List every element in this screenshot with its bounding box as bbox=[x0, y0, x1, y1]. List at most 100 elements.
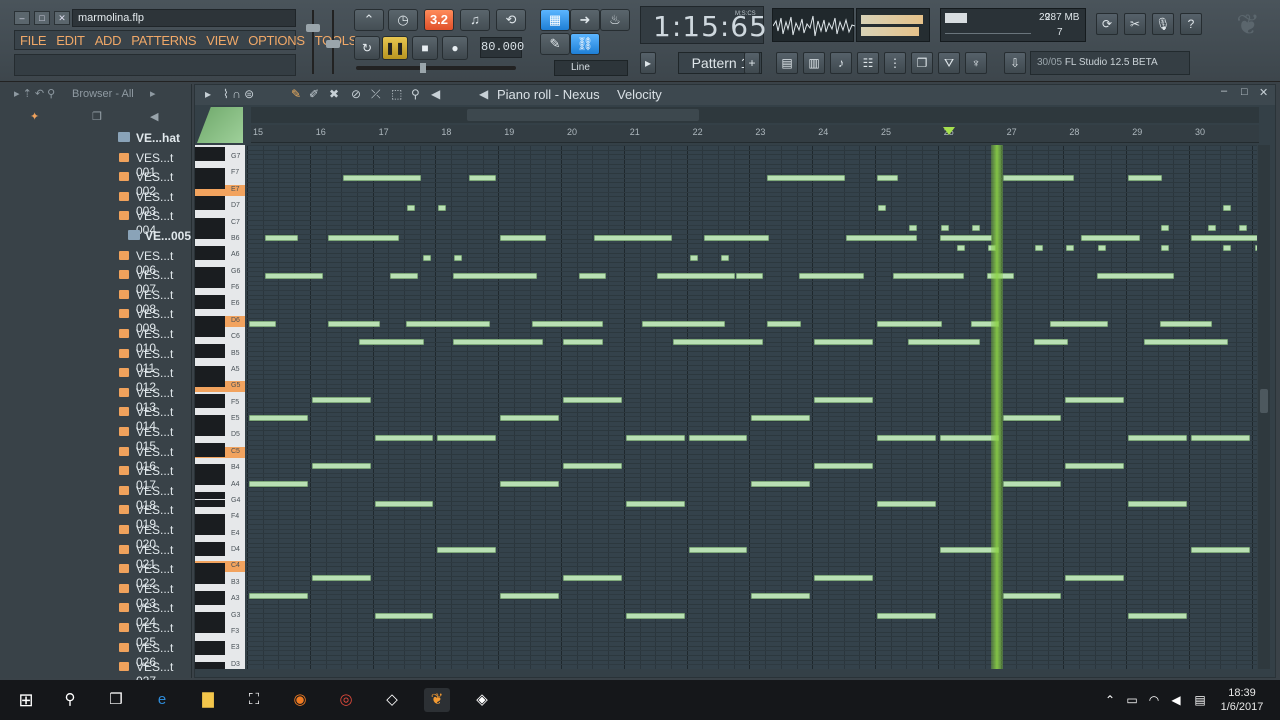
black-key[interactable] bbox=[195, 429, 225, 436]
note-block[interactable] bbox=[1002, 415, 1062, 421]
note-block[interactable] bbox=[908, 339, 980, 345]
note-block[interactable] bbox=[563, 463, 622, 469]
pr-maximize-icon[interactable]: □ bbox=[1241, 86, 1248, 98]
black-key[interactable] bbox=[195, 562, 225, 570]
note-block[interactable] bbox=[939, 235, 993, 241]
browser-item[interactable]: VES...t 019 bbox=[0, 500, 192, 531]
note-block[interactable] bbox=[500, 593, 559, 599]
note-block[interactable] bbox=[531, 321, 603, 327]
note-block[interactable] bbox=[877, 501, 936, 507]
black-key[interactable] bbox=[195, 619, 225, 627]
note-block[interactable] bbox=[327, 321, 381, 327]
note-block[interactable] bbox=[877, 175, 899, 181]
black-key[interactable] bbox=[195, 570, 225, 577]
black-key[interactable] bbox=[195, 499, 225, 507]
black-key[interactable] bbox=[195, 640, 225, 648]
note-block[interactable] bbox=[264, 273, 324, 279]
note-block[interactable] bbox=[814, 463, 873, 469]
black-key[interactable] bbox=[195, 323, 225, 331]
note-block[interactable] bbox=[814, 339, 873, 345]
channel-speaker-icon[interactable]: ◀ bbox=[479, 87, 488, 101]
note-block[interactable] bbox=[878, 205, 886, 211]
black-key[interactable] bbox=[195, 295, 225, 303]
note-block[interactable] bbox=[877, 613, 936, 619]
note-block[interactable] bbox=[940, 225, 949, 231]
timeline-ruler[interactable]: 15 16 17 18 19 20 21 22 23 24 25 26 27 28 29 30 bbox=[251, 125, 1259, 143]
playback-tool-icon[interactable]: ◀ bbox=[431, 87, 440, 101]
black-key[interactable] bbox=[195, 612, 225, 620]
browser-item[interactable]: VES...t 003 bbox=[0, 187, 192, 218]
paint-brush-icon[interactable]: ✐ bbox=[309, 87, 319, 101]
browser-item[interactable]: VES...t 012 bbox=[0, 363, 192, 394]
magnet-snap-icon[interactable]: ⌇ ∩ ⊜ bbox=[223, 87, 254, 101]
note-block[interactable] bbox=[1002, 593, 1062, 599]
news-panel[interactable]: 30/05 FL Studio 12.5 BETA bbox=[1030, 51, 1190, 75]
note-block[interactable] bbox=[454, 255, 463, 261]
task-view-icon[interactable]: ❒ bbox=[104, 688, 128, 712]
add-pattern-icon[interactable]: + bbox=[744, 52, 760, 74]
master-volume-slider[interactable] bbox=[306, 10, 320, 74]
close-button[interactable]: ✕ bbox=[54, 11, 70, 25]
browser-item[interactable]: VES...t 015 bbox=[0, 422, 192, 453]
note-block[interactable] bbox=[343, 175, 421, 181]
black-key[interactable] bbox=[195, 351, 225, 359]
prev-pattern-arrow-icon[interactable]: ▸ bbox=[640, 52, 656, 74]
horizontal-scrollbar[interactable] bbox=[251, 107, 1259, 123]
note-block[interactable] bbox=[877, 321, 943, 327]
taskbar-clock[interactable]: 18:39 1/6/2017 bbox=[1212, 686, 1272, 714]
typing-keyboard-button[interactable]: 3.2 bbox=[424, 9, 454, 31]
browser-menu-icon[interactable]: ▸ bbox=[150, 87, 156, 100]
note-block[interactable] bbox=[1049, 321, 1109, 327]
black-key[interactable] bbox=[195, 527, 225, 535]
note-block[interactable] bbox=[721, 255, 729, 261]
black-key[interactable] bbox=[195, 280, 225, 288]
note-block[interactable] bbox=[406, 321, 490, 327]
record-button[interactable]: ● bbox=[442, 36, 468, 60]
minimize-button[interactable]: – bbox=[14, 11, 30, 25]
black-key[interactable] bbox=[195, 217, 225, 225]
note-block[interactable] bbox=[704, 235, 770, 241]
note-block[interactable] bbox=[657, 273, 735, 279]
note-block[interactable] bbox=[1035, 245, 1043, 251]
note-block[interactable] bbox=[1096, 273, 1175, 279]
note-block[interactable] bbox=[814, 397, 873, 403]
search-icon[interactable]: ⚲ bbox=[58, 688, 82, 712]
note-block[interactable] bbox=[1034, 339, 1068, 345]
browser-item[interactable]: VES...t 013 bbox=[0, 383, 192, 414]
piano-keyboard[interactable]: G7 F7 E7 D7 C7 B6 A6 G6 F6 E6 D6 C6 B5 A5 G5 F5 E5 D5 C5 B4… bbox=[195, 145, 245, 669]
note-block[interactable] bbox=[1191, 435, 1250, 441]
black-key[interactable] bbox=[195, 548, 225, 556]
note-block[interactable] bbox=[249, 321, 277, 327]
mute-tool-icon[interactable]: ⊘ bbox=[351, 87, 361, 101]
black-key[interactable] bbox=[195, 302, 225, 310]
note-block[interactable] bbox=[327, 235, 399, 241]
note-block[interactable] bbox=[1065, 397, 1125, 403]
note-block[interactable] bbox=[1128, 435, 1187, 441]
note-block[interactable] bbox=[1239, 225, 1248, 231]
note-block[interactable] bbox=[625, 613, 685, 619]
note-block[interactable] bbox=[374, 435, 434, 441]
black-key[interactable] bbox=[195, 147, 225, 154]
note-block[interactable] bbox=[500, 415, 559, 421]
metronome-bell-button[interactable]: ♨ bbox=[600, 9, 630, 31]
browser-icon[interactable]: ❐ bbox=[911, 52, 933, 74]
black-key[interactable] bbox=[195, 450, 225, 458]
note-block[interactable] bbox=[407, 205, 415, 211]
menu-item-view[interactable]: VIEW bbox=[201, 33, 243, 48]
note-block[interactable] bbox=[1191, 547, 1250, 553]
note-block[interactable] bbox=[249, 593, 308, 599]
black-key[interactable] bbox=[195, 372, 225, 380]
windows-start-icon[interactable]: ⊞ bbox=[14, 688, 38, 712]
note-block[interactable] bbox=[625, 501, 685, 507]
note-block[interactable] bbox=[1002, 175, 1074, 181]
note-block[interactable] bbox=[1254, 245, 1257, 251]
note-block[interactable] bbox=[1128, 175, 1162, 181]
volume-icon[interactable]: ◀ bbox=[1164, 688, 1188, 712]
maximize-button[interactable]: □ bbox=[34, 11, 50, 25]
menu-item-edit[interactable]: EDIT bbox=[51, 33, 89, 48]
black-key[interactable] bbox=[195, 231, 225, 239]
file-explorer-icon[interactable]: ▇ bbox=[196, 688, 220, 712]
channel-color-tab[interactable] bbox=[197, 107, 243, 143]
pencil-tool-icon[interactable]: ✎ bbox=[291, 87, 301, 101]
browser-item[interactable]: VES...t 010 bbox=[0, 324, 192, 355]
